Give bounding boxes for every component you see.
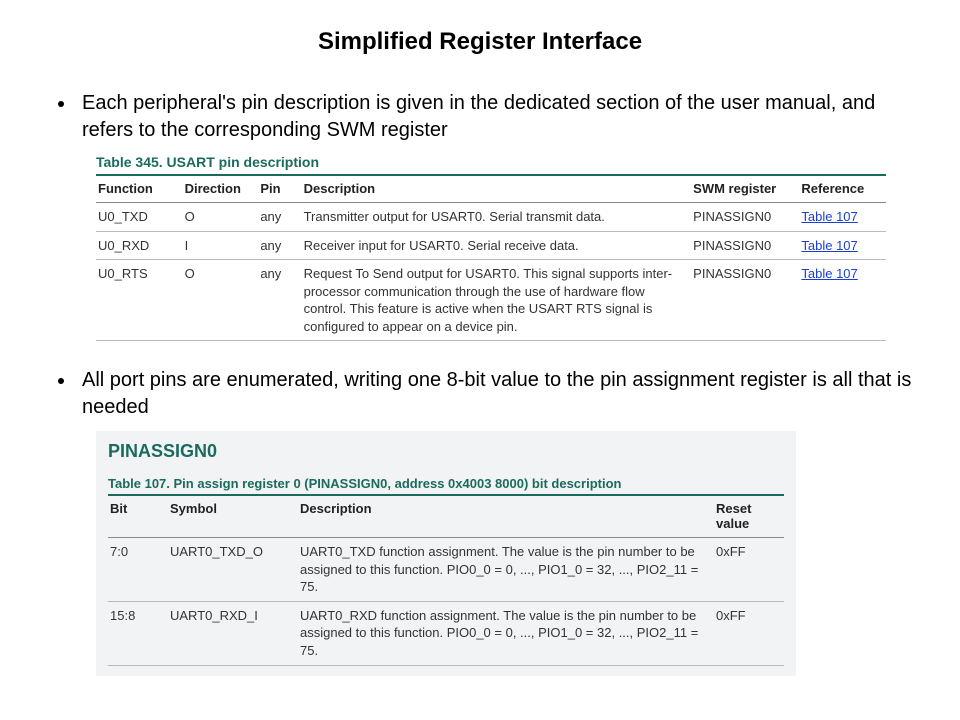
table-345-header-row: Function Direction Pin Description SWM r…	[96, 175, 886, 203]
th-symbol: Symbol	[168, 495, 298, 538]
cell-description: Receiver input for USART0. Serial receiv…	[302, 231, 692, 260]
th-bit: Bit	[108, 495, 168, 538]
cell-swm: PINASSIGN0	[691, 260, 799, 341]
cell-reference: Table 107	[799, 203, 886, 232]
th-reference: Reference	[799, 175, 886, 203]
cell-swm: PINASSIGN0	[691, 231, 799, 260]
cell-swm: PINASSIGN0	[691, 203, 799, 232]
reference-link[interactable]: Table 107	[801, 266, 857, 281]
slide-title: Simplified Register Interface	[36, 28, 924, 56]
table-row: U0_RTS O any Request To Send output for …	[96, 260, 886, 341]
cell-reset: 0xFF	[714, 538, 784, 602]
th-description: Description	[298, 495, 714, 538]
th-direction: Direction	[183, 175, 259, 203]
table-107-header-row: Bit Symbol Description Reset value	[108, 495, 784, 538]
th-function: Function	[96, 175, 183, 203]
bullet-list-2: All port pins are enumerated, writing on…	[36, 367, 924, 421]
cell-bit: 7:0	[108, 538, 168, 602]
table-345-caption: Table 345. USART pin description	[96, 154, 924, 170]
register-name: PINASSIGN0	[108, 441, 784, 462]
table-345-block: Table 345. USART pin description Functio…	[96, 154, 924, 341]
pinassign-block: PINASSIGN0 Table 107. Pin assign registe…	[96, 431, 796, 675]
table-row: 7:0 UART0_TXD_O UART0_TXD function assig…	[108, 538, 784, 602]
bullet-list-1: Each peripheral's pin description is giv…	[36, 90, 924, 144]
cell-direction: O	[183, 260, 259, 341]
table-row: U0_TXD O any Transmitter output for USAR…	[96, 203, 886, 232]
slide: Simplified Register Interface Each perip…	[0, 0, 960, 676]
cell-symbol: UART0_RXD_I	[168, 601, 298, 665]
cell-description: Transmitter output for USART0. Serial tr…	[302, 203, 692, 232]
cell-reset: 0xFF	[714, 601, 784, 665]
cell-function: U0_TXD	[96, 203, 183, 232]
table-345: Function Direction Pin Description SWM r…	[96, 174, 886, 341]
cell-description: UART0_TXD function assignment. The value…	[298, 538, 714, 602]
cell-bit: 15:8	[108, 601, 168, 665]
bullet-1: Each peripheral's pin description is giv…	[76, 90, 924, 144]
table-107: Bit Symbol Description Reset value 7:0 U…	[108, 494, 784, 665]
cell-pin: any	[258, 203, 301, 232]
th-reset: Reset value	[714, 495, 784, 538]
cell-function: U0_RXD	[96, 231, 183, 260]
reference-link[interactable]: Table 107	[801, 238, 857, 253]
reference-link[interactable]: Table 107	[801, 209, 857, 224]
th-swm: SWM register	[691, 175, 799, 203]
cell-description: UART0_RXD function assignment. The value…	[298, 601, 714, 665]
cell-description: Request To Send output for USART0. This …	[302, 260, 692, 341]
cell-direction: I	[183, 231, 259, 260]
th-description: Description	[302, 175, 692, 203]
cell-reference: Table 107	[799, 231, 886, 260]
table-row: 15:8 UART0_RXD_I UART0_RXD function assi…	[108, 601, 784, 665]
table-row: U0_RXD I any Receiver input for USART0. …	[96, 231, 886, 260]
cell-direction: O	[183, 203, 259, 232]
th-pin: Pin	[258, 175, 301, 203]
cell-function: U0_RTS	[96, 260, 183, 341]
cell-reference: Table 107	[799, 260, 886, 341]
cell-symbol: UART0_TXD_O	[168, 538, 298, 602]
bullet-2: All port pins are enumerated, writing on…	[76, 367, 924, 421]
cell-pin: any	[258, 260, 301, 341]
cell-pin: any	[258, 231, 301, 260]
table-107-caption: Table 107. Pin assign register 0 (PINASS…	[108, 476, 784, 491]
